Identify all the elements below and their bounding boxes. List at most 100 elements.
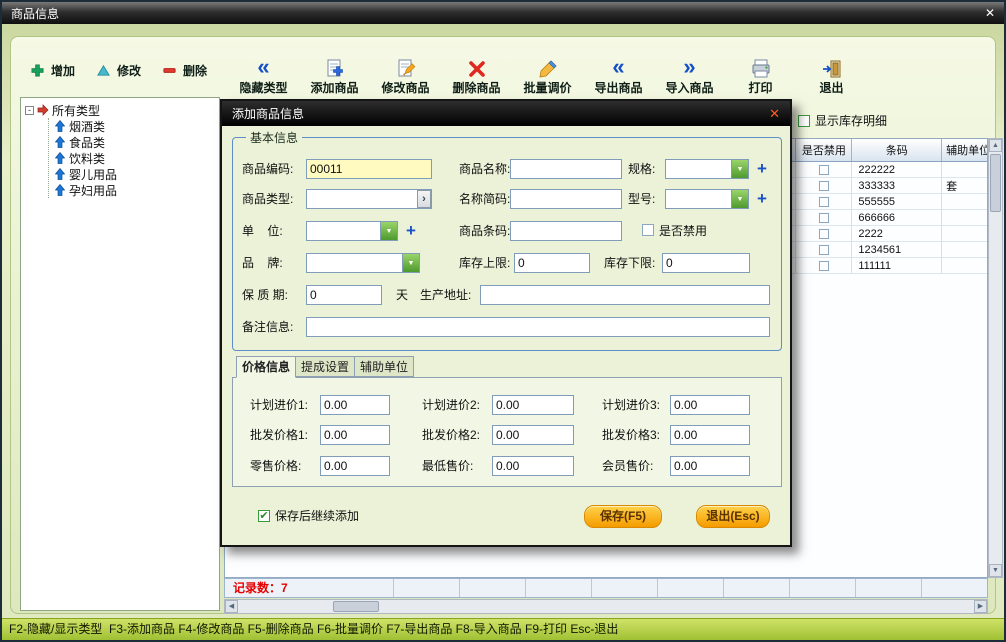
tree-item[interactable]: 烟酒类	[49, 118, 217, 134]
add-model-button[interactable]: +	[754, 189, 770, 209]
summary-cell	[855, 579, 921, 597]
delete-button[interactable]: 删除	[162, 62, 220, 79]
tree-collapse-icon[interactable]: -	[25, 105, 34, 115]
price-field-input[interactable]: 0.00	[320, 456, 390, 476]
tab-aux-units[interactable]: 辅助单位	[354, 356, 415, 377]
row-disabled-checkbox[interactable]	[818, 244, 829, 255]
horizontal-scroll-thumb[interactable]	[333, 601, 379, 612]
header-disabled[interactable]: 是否禁用	[795, 139, 851, 161]
tree-item[interactable]: 饮料类	[49, 150, 217, 166]
export-product-button[interactable]: « 导出商品	[583, 45, 654, 95]
unit-dropdown-arrow-icon[interactable]: ▼	[380, 222, 397, 240]
spec-dropdown-arrow-icon[interactable]: ▼	[731, 160, 748, 178]
horizontal-scrollbar[interactable]: ◀ ▶	[224, 599, 988, 614]
row-disabled-checkbox[interactable]	[818, 196, 829, 207]
tree-item[interactable]: 婴儿用品	[49, 166, 217, 182]
continue-adding: ✔ 保存后继续添加	[258, 507, 359, 524]
row-disabled-checkbox[interactable]	[818, 180, 829, 191]
save-button[interactable]: 保存(F5)	[584, 505, 662, 528]
unit-combobox[interactable]: ▼	[306, 221, 398, 241]
header-barcode[interactable]: 条码	[851, 139, 941, 161]
type-browse-button[interactable]: ›	[417, 190, 431, 208]
spec-combobox[interactable]: ▼	[665, 159, 749, 179]
tree-item-label: 饮料类	[69, 151, 106, 166]
add-button[interactable]: 增加	[30, 62, 88, 79]
print-button[interactable]: 打印	[725, 45, 796, 95]
tree-item[interactable]: 食品类	[49, 134, 217, 150]
short-code-input[interactable]	[510, 189, 622, 209]
disable-checkbox[interactable]	[642, 224, 654, 236]
production-address-input[interactable]	[480, 285, 770, 305]
category-tree-panel: - 所有类型 烟酒类 食品类 饮料类 婴儿用品 孕妇用品	[20, 97, 220, 611]
import-product-button[interactable]: » 导入商品	[654, 45, 725, 95]
tab-price-info[interactable]: 价格信息	[236, 356, 297, 378]
add-product-button[interactable]: 添加商品	[299, 45, 370, 95]
product-barcode-input[interactable]	[510, 221, 622, 241]
hide-type-button[interactable]: « 隐藏类型	[228, 45, 299, 95]
price-field-input[interactable]: 0.00	[320, 425, 390, 445]
batch-price-button[interactable]: 批量调价	[512, 45, 583, 95]
stock-lower-label: 库存下限:	[604, 256, 656, 270]
pencil-icon	[539, 60, 557, 78]
dialog-close-button[interactable]: ✕	[769, 106, 780, 122]
model-combobox[interactable]: ▼	[665, 189, 749, 209]
scroll-left-icon[interactable]: ◀	[225, 600, 238, 613]
stock-lower-input[interactable]: 0	[662, 253, 750, 273]
row-disabled-checkbox[interactable]	[818, 260, 829, 271]
tree-root-item[interactable]: - 所有类型	[23, 102, 217, 118]
show-stock-detail-checkbox[interactable]	[798, 114, 810, 127]
tree-item-label: 食品类	[69, 135, 106, 150]
summary-cell	[657, 579, 723, 597]
remark-input[interactable]	[306, 317, 770, 337]
model-dropdown-arrow-icon[interactable]: ▼	[731, 190, 748, 208]
tree-item[interactable]: 孕妇用品	[49, 182, 217, 198]
add-unit-button[interactable]: +	[403, 221, 419, 241]
table-cell-disabled	[795, 226, 851, 241]
modify-product-button[interactable]: 修改商品	[370, 45, 441, 95]
price-field-input[interactable]: 0.00	[492, 456, 574, 476]
scroll-right-icon[interactable]: ▶	[974, 600, 987, 613]
table-cell-aux-unit: 套	[941, 178, 987, 193]
shelf-life-input[interactable]: 0	[306, 285, 382, 305]
tree-item-label: 孕妇用品	[69, 183, 118, 198]
window-close-button[interactable]: ✕	[985, 6, 995, 20]
row-disabled-checkbox[interactable]	[818, 164, 829, 175]
price-field-input[interactable]: 0.00	[492, 395, 574, 415]
scroll-up-icon[interactable]: ▲	[989, 139, 1002, 152]
stock-upper-input[interactable]: 0	[514, 253, 590, 273]
price-field-input[interactable]: 0.00	[492, 425, 574, 445]
vertical-scrollbar[interactable]: ▲ ▼	[988, 138, 1003, 578]
modify-button[interactable]: 修改	[96, 62, 154, 79]
row-disabled-checkbox[interactable]	[818, 212, 829, 223]
header-aux-unit[interactable]: 辅助单位	[941, 139, 987, 161]
dialog-exit-button[interactable]: 退出(Esc)	[696, 505, 770, 528]
category-up-arrow-icon	[55, 168, 65, 180]
brand-combobox[interactable]: ▼	[306, 253, 420, 273]
exit-door-icon	[822, 60, 840, 78]
product-name-input[interactable]	[510, 159, 622, 179]
price-field-input[interactable]: 0.00	[670, 456, 750, 476]
vertical-scroll-thumb[interactable]	[990, 154, 1001, 212]
add-spec-button[interactable]: +	[754, 159, 770, 179]
price-field-label: 批发价格2:	[422, 428, 481, 442]
exit-button[interactable]: 退出	[796, 45, 867, 95]
shelf-life-label: 保 质 期:	[242, 288, 289, 302]
price-field-label: 最低售价:	[422, 459, 474, 473]
price-field-input[interactable]: 0.00	[320, 395, 390, 415]
row-disabled-checkbox[interactable]	[818, 228, 829, 239]
tree-children: 烟酒类 食品类 饮料类 婴儿用品 孕妇用品	[48, 118, 217, 198]
price-field-label: 会员售价:	[602, 459, 654, 473]
tab-commission-settings[interactable]: 提成设置	[295, 356, 356, 377]
record-count-value: 7	[281, 581, 288, 595]
minus-icon	[163, 67, 176, 73]
price-field-input[interactable]: 0.00	[670, 425, 750, 445]
brand-dropdown-arrow-icon[interactable]: ▼	[402, 254, 419, 272]
scroll-down-icon[interactable]: ▼	[989, 564, 1002, 577]
price-field-input[interactable]: 0.00	[670, 395, 750, 415]
continue-checkbox[interactable]: ✔	[258, 509, 270, 522]
remark-label: 备注信息:	[242, 320, 294, 334]
product-type-input[interactable]	[306, 189, 432, 209]
delete-product-button[interactable]: 删除商品	[441, 45, 512, 95]
product-code-input[interactable]: 00011	[306, 159, 432, 179]
show-stock-detail: 显示库存明细	[798, 112, 887, 129]
